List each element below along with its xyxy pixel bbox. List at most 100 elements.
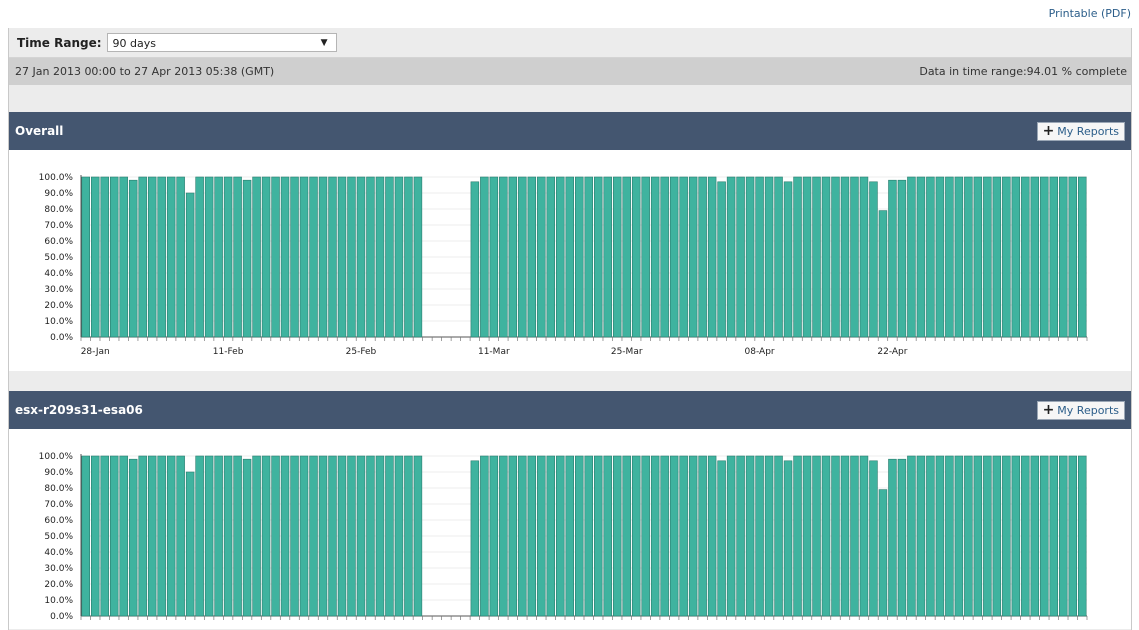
chart-bar (575, 455, 584, 617)
chart-bar (859, 455, 869, 617)
chart-bar (1068, 176, 1078, 338)
chart-bar (138, 455, 147, 617)
chart-bar (280, 455, 290, 617)
y-tick-label: 60.0% (44, 237, 73, 247)
section-title: Overall (15, 124, 64, 138)
chart-bar (508, 455, 518, 617)
chart-bar (176, 455, 185, 617)
chart-bar (850, 176, 859, 338)
chart-bar (973, 176, 983, 338)
printable-pdf-link[interactable]: Printable (PDF) (1049, 7, 1131, 20)
chart-bar (812, 455, 821, 617)
chart-bar (878, 210, 888, 338)
chart-bar (641, 176, 650, 338)
chart-bar (385, 455, 394, 617)
chart-bar (356, 455, 366, 617)
chart-bar (688, 455, 698, 617)
chart-bar (214, 176, 223, 338)
plus-icon: + (1042, 123, 1055, 139)
chart-bar (489, 455, 499, 617)
chart-bar (90, 176, 100, 338)
chart-bar (347, 176, 356, 338)
chart-bar (1078, 455, 1087, 617)
chart-bar (195, 455, 204, 617)
chart-bar (831, 455, 840, 617)
chart-bar (100, 176, 109, 338)
chart-bar (176, 176, 185, 338)
chart-bar (584, 455, 593, 617)
chart-bar (821, 455, 831, 617)
chart-bar (318, 176, 328, 338)
chart-bar (195, 176, 204, 338)
chevron-down-icon: ▼ (320, 38, 328, 48)
chart-bar (214, 455, 223, 617)
chart-bar (945, 455, 954, 617)
add-to-my-reports-button[interactable]: + My Reports (1036, 400, 1125, 420)
chart-bar (641, 455, 650, 617)
chart-bar (1021, 176, 1030, 338)
y-tick-label: 90.0% (44, 189, 73, 199)
chart-bar (119, 455, 128, 617)
chart-bar (356, 176, 366, 338)
chart-bar (1040, 176, 1049, 338)
chart-bar (252, 455, 261, 617)
chart-bar (764, 455, 774, 617)
chart-bar (916, 455, 926, 617)
chart-bar (992, 455, 1002, 617)
time-range-select[interactable]: 90 days ▼ (106, 33, 337, 52)
chart-bar (774, 176, 783, 338)
chart-bar (204, 176, 214, 338)
chart-bar (157, 176, 166, 338)
chart-bar (907, 176, 916, 338)
chart-bar (717, 181, 726, 338)
x-tick-label: 25-Feb (346, 347, 377, 357)
chart-bar (1030, 455, 1040, 617)
x-tick-label: 08-Apr (745, 347, 775, 357)
chart-bar (508, 176, 518, 338)
chart-bar (480, 176, 489, 338)
chart-bar (204, 455, 214, 617)
x-tick-label: 11-Feb (213, 347, 244, 357)
chart-bar (878, 489, 888, 617)
chart-bar (309, 176, 318, 338)
chart-bar (1068, 455, 1078, 617)
chart-bar (470, 460, 480, 617)
chart-bar (328, 176, 337, 338)
chart-bar (537, 455, 546, 617)
chart-bar (736, 176, 745, 338)
chart-bar (593, 455, 603, 617)
y-tick-label: 0.0% (50, 612, 73, 622)
chart-bar (755, 176, 764, 338)
chart-bar (897, 179, 907, 338)
chart-bar (556, 176, 565, 338)
chart-bar (271, 176, 280, 338)
chart-bar (100, 455, 109, 617)
add-to-my-reports-button[interactable]: + My Reports (1036, 121, 1125, 141)
chart-bar (109, 176, 119, 338)
chart-bar (290, 455, 299, 617)
chart-bar (546, 176, 556, 338)
chart-bar (347, 455, 356, 617)
chart-bar (223, 176, 233, 338)
chart-bar (840, 176, 850, 338)
chart-bar (973, 455, 983, 617)
chart-bar (726, 455, 736, 617)
chart-bar (964, 455, 973, 617)
chart-bar (166, 455, 176, 617)
y-tick-label: 10.0% (44, 317, 73, 327)
y-tick-label: 10.0% (44, 596, 73, 606)
chart-bar (271, 455, 280, 617)
chart-bar (413, 455, 423, 617)
chart-bar (603, 176, 612, 338)
chart-bar (650, 176, 660, 338)
chart-bar (679, 455, 688, 617)
chart-bar (138, 176, 147, 338)
chart-bar (954, 176, 964, 338)
chart-bar (983, 176, 992, 338)
chart-bar (299, 455, 309, 617)
chart-bar (527, 455, 537, 617)
my-reports-label: My Reports (1057, 124, 1119, 138)
chart-bar (745, 176, 755, 338)
chart-bar (897, 458, 907, 617)
